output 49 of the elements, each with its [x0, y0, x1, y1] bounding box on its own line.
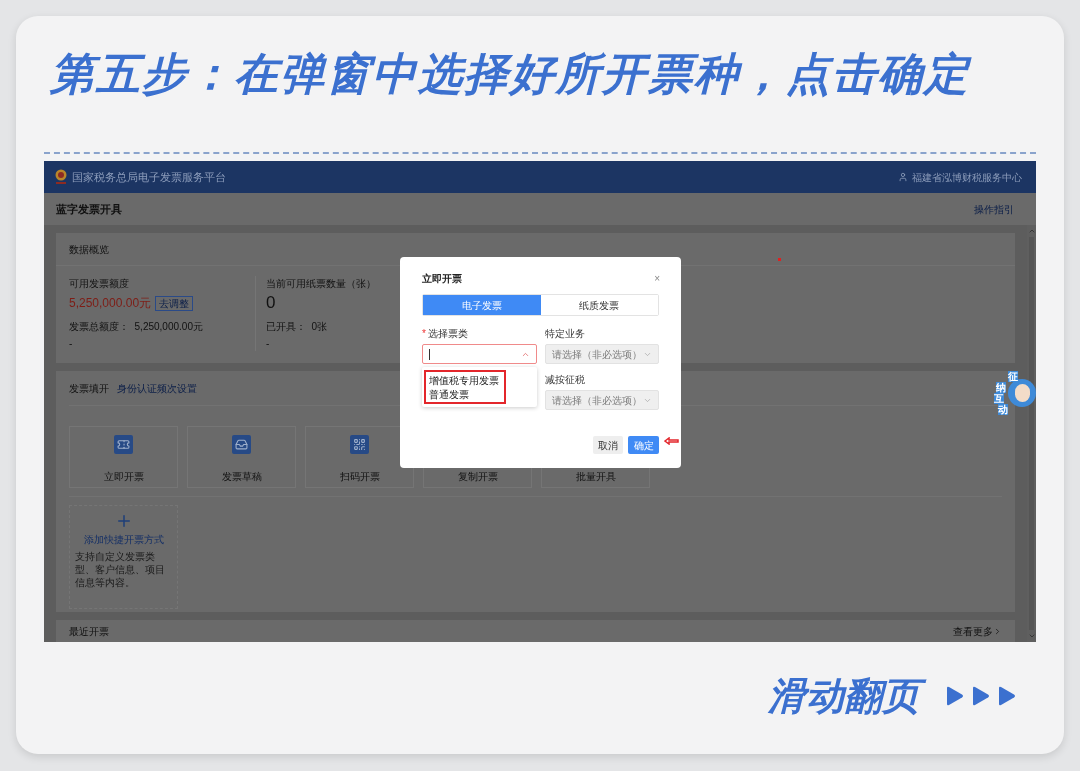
ticket-icon — [114, 435, 133, 454]
field-label: 特定业务 — [544, 328, 586, 340]
field-label: 减按征税 — [544, 374, 586, 386]
shortcut-tile[interactable]: 立即开票 — [69, 426, 178, 488]
guide-link[interactable]: 操作指引 — [974, 201, 1014, 217]
stat-value: 5,250,000.00元 — [69, 295, 152, 312]
tab[interactable]: 电子发票 — [423, 295, 541, 315]
field-label: * 选择票类 — [422, 328, 469, 340]
dialog-title: 立即开票 — [422, 272, 462, 286]
scroll-down-icon[interactable] — [1027, 632, 1036, 640]
page-title: 蓝字发票开具 — [56, 201, 122, 217]
shortcut-tile[interactable]: 发票草稿 — [187, 426, 296, 488]
auth-settings-link[interactable]: 身份认证频次设置 — [117, 380, 197, 396]
select-field[interactable] — [422, 344, 537, 364]
pointer-arrow-icon — [664, 437, 679, 445]
section-title: 最近开票 — [69, 624, 109, 639]
section-title: 数据概览 — [69, 242, 109, 257]
stat-label: 可用发票额度 — [69, 277, 129, 291]
user-name: 福建省泓博财税服务中心 — [912, 170, 1022, 185]
play-arrow-icon — [998, 686, 1016, 706]
swipe-hint: 滑动翻页 — [768, 672, 928, 720]
stat-detail: 已开具： 0张 — [266, 320, 328, 334]
add-shortcut-label: 添加快捷开票方式 — [83, 534, 164, 546]
step-heading: 第五步：在弹窗中选择好所开票种，点击确定 — [48, 48, 973, 100]
view-more-link[interactable]: 查看更多 — [953, 623, 1002, 639]
platform-title: 国家税务总局电子发票服务平台 — [72, 169, 226, 185]
emblem-icon — [54, 169, 68, 185]
add-shortcut-tile[interactable]: 添加快捷开票方式 支持自定义发票类型、客户信息、项目信息等内容。 — [69, 505, 178, 609]
add-shortcut-description: 支持自定义发票类型、客户信息、项目信息等内容。 — [75, 550, 166, 589]
play-arrow-icon — [946, 686, 964, 706]
stat-note: - — [266, 337, 270, 351]
play-arrow-icon — [972, 686, 990, 706]
user-icon — [898, 172, 908, 182]
qr-code-icon — [350, 435, 369, 454]
section-title: 发票填开 — [69, 381, 109, 396]
stat-value: 0 — [266, 292, 276, 315]
stat-label: 当前可用纸票数量（张） — [266, 277, 376, 291]
stat-note: - — [69, 337, 73, 351]
cancel-button[interactable]: 取消 — [593, 436, 623, 454]
dropdown-option[interactable]: 普通发票 — [429, 388, 504, 400]
chevron-right-icon — [993, 626, 1002, 636]
close-button[interactable]: × — [654, 271, 660, 286]
confirm-button[interactable]: 确定 — [628, 436, 659, 454]
scroll-up-icon[interactable] — [1027, 227, 1036, 235]
adjust-button[interactable]: 去调整 — [155, 295, 194, 311]
dropdown-option[interactable]: 增值税专用发票 — [429, 374, 504, 386]
stat-detail: 发票总额度： 5,250,000.00元 — [69, 320, 203, 334]
mascot-badge[interactable]: 征 纳 互 动 — [994, 371, 1036, 415]
tray-icon — [232, 435, 251, 454]
